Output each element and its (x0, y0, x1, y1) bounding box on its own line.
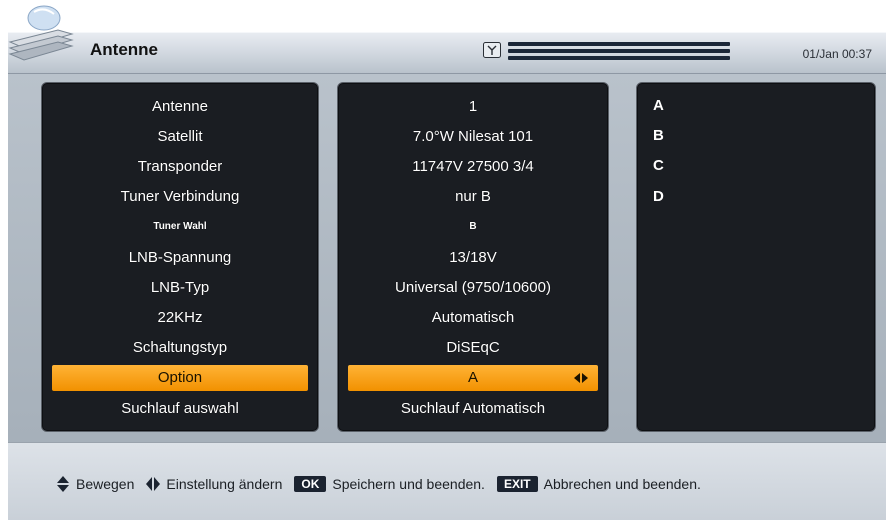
setting-label-text: Suchlauf auswahl (121, 399, 239, 417)
setting-value-text: Universal (9750/10600) (395, 278, 551, 296)
exit-key-badge: EXIT (496, 476, 538, 492)
setting-label-text: Schaltungstyp (132, 339, 228, 357)
option-item[interactable]: D (653, 188, 664, 205)
satellite-logo-icon (8, 5, 74, 61)
setting-label-text: LNB-Typ (150, 278, 210, 296)
setting-label-text: LNB-Spannung (128, 248, 232, 266)
setting-value-text: 7.0°W Nilesat 101 (412, 127, 534, 145)
ok-key-badge: OK (294, 476, 327, 492)
option-item[interactable]: B (653, 127, 664, 144)
setting-value-text: DiSEqC (446, 339, 500, 357)
setting-value-row[interactable]: 11747V 27500 3/4 (348, 153, 598, 179)
setting-value-row[interactable]: DiSEqC (348, 335, 598, 361)
setting-value-text: B (469, 221, 477, 233)
setting-value-text: A (467, 369, 478, 387)
setting-value-row[interactable]: B (348, 214, 598, 240)
setting-value-text: nur B (455, 188, 491, 206)
setting-value-row[interactable]: A (348, 364, 598, 391)
setting-label-text: Satellit (157, 127, 203, 145)
options-column: ABCD (636, 82, 876, 432)
setting-value-row[interactable]: Suchlauf Automatisch (348, 395, 598, 421)
setting-value-row[interactable]: Universal (9750/10600) (348, 274, 598, 300)
setting-label-row[interactable]: Tuner Verbindung (52, 184, 308, 210)
setting-value-text: 13/18V (449, 248, 497, 266)
setting-label-row[interactable]: Schaltungstyp (52, 335, 308, 361)
key-hints: Bewegen Einstellung ändern OK Speichern … (56, 474, 701, 494)
setting-label-text: Antenne (152, 97, 208, 115)
signal-strength-bars (508, 40, 730, 62)
setting-value-row[interactable]: nur B (348, 184, 598, 210)
antenna-signal-icon (483, 42, 501, 58)
setting-value-row[interactable]: 13/18V (348, 244, 598, 270)
setting-value-text: Suchlauf Automatisch (400, 399, 546, 417)
hint-move-label: Bewegen (76, 476, 135, 492)
setting-label-text: Tuner Verbindung (120, 188, 240, 206)
setting-label-row[interactable]: LNB-Typ (52, 274, 308, 300)
setting-value-text: Automatisch (431, 308, 515, 326)
labels-column: Antenne Satellit Transponder Tuner Verbindu… (41, 82, 319, 432)
screen: Antenne 01/Jan 00:37 Antenne Satellit Tran… (0, 0, 890, 520)
left-right-arrow-icon[interactable] (574, 372, 588, 384)
setting-label-text: Option (157, 369, 203, 387)
hint-change-label: Einstellung ändern (166, 476, 283, 492)
setting-value-row[interactable]: 1 (348, 93, 598, 119)
setting-label-text: Transponder (137, 157, 223, 175)
setting-label-row[interactable]: 22KHz (52, 304, 308, 330)
page-title: Antenne (90, 40, 158, 59)
setting-value-row[interactable]: Automatisch (348, 304, 598, 330)
option-item[interactable]: A (653, 97, 664, 114)
setting-label-row[interactable]: LNB-Spannung (52, 244, 308, 270)
hint-exit-label: Abbrechen und beenden. (543, 476, 701, 492)
setting-label-row[interactable]: Suchlauf auswahl (52, 395, 308, 421)
setting-label-row[interactable]: Satellit (52, 123, 308, 149)
setting-label-row[interactable]: Antenne (52, 93, 308, 119)
setting-label-row[interactable]: Transponder (52, 153, 308, 179)
option-item[interactable]: C (653, 157, 664, 174)
settings-panel: Antenne Satellit Transponder Tuner Verbindu… (8, 74, 886, 442)
left-right-arrow-icon (146, 477, 161, 491)
clock: 01/Jan 00:37 (802, 47, 872, 61)
setting-label-text: 22KHz (157, 308, 203, 326)
setting-value-row[interactable]: 7.0°W Nilesat 101 (348, 123, 598, 149)
values-column: 1 7.0°W Nilesat 101 11747V 27500 3/4 nur B B… (337, 82, 609, 432)
setting-label-row[interactable]: Tuner Wahl (52, 214, 308, 240)
setting-label-text: Tuner Wahl (153, 221, 207, 233)
setting-value-text: 11747V 27500 3/4 (412, 157, 534, 175)
up-down-arrow-icon (57, 476, 69, 492)
hint-ok-label: Speichern und beenden. (332, 476, 485, 492)
setting-label-row[interactable]: Option (52, 364, 308, 391)
setting-value-text: 1 (468, 97, 478, 115)
